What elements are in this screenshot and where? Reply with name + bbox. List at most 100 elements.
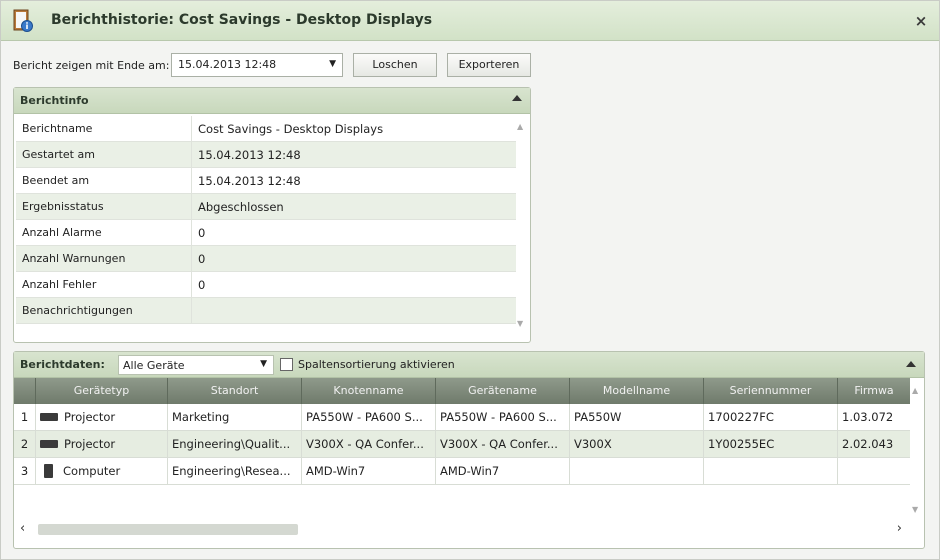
info-row: Anzahl Alarme 0	[16, 220, 516, 246]
title-bar: Berichthistorie: Cost Savings - Desktop …	[1, 1, 939, 41]
horizontal-scroll-thumb[interactable]	[38, 524, 298, 535]
info-scrollbar[interactable]: ▲ ▼	[514, 116, 528, 332]
scroll-left-icon[interactable]: ‹	[20, 521, 25, 536]
model-name-cell	[570, 458, 704, 484]
column-sort-label[interactable]: Spaltensortierung aktivieren	[298, 358, 455, 371]
row-number: 1	[14, 404, 36, 430]
info-key: Anzahl Warnungen	[16, 246, 192, 271]
grid-vertical-scrollbar[interactable]: ▲ ▼	[908, 378, 924, 518]
info-value: Cost Savings - Desktop Displays	[198, 122, 384, 136]
device-name-cell: AMD-Win7	[436, 458, 570, 484]
collapse-icon[interactable]	[906, 361, 916, 367]
device-type-cell: Projector	[36, 431, 168, 457]
grid-horizontal-scrollbar[interactable]: ‹ ›	[14, 518, 924, 540]
report-data-header: Berichtdaten: Alle Geräte ▼ Spaltensorti…	[14, 352, 924, 378]
report-info-icon	[13, 9, 33, 32]
device-type-text: Computer	[63, 464, 121, 478]
info-row: Benachrichtigungen	[16, 298, 516, 324]
close-icon[interactable]: ×	[913, 13, 929, 29]
device-filter-dropdown[interactable]: Alle Geräte ▼	[118, 355, 274, 375]
scroll-down-icon[interactable]: ▼	[517, 319, 523, 328]
node-name-cell: AMD-Win7	[302, 458, 436, 484]
serial-number-cell: 1Y00255EC	[704, 431, 838, 457]
collapse-icon[interactable]	[512, 95, 522, 101]
device-type-cell: Projector	[36, 404, 168, 430]
info-key: Anzahl Fehler	[16, 272, 192, 297]
device-name-cell: PA550W - PA600 S...	[436, 404, 570, 430]
info-key: Beendet am	[16, 168, 192, 193]
column-header-device-type[interactable]: Gerätetyp	[36, 378, 168, 404]
chevron-down-icon: ▼	[260, 359, 267, 369]
info-value: 0	[198, 278, 206, 292]
info-row: Berichtname Cost Savings - Desktop Displ…	[16, 116, 516, 142]
info-value: 0	[198, 252, 206, 266]
report-end-date-label: Bericht zeigen mit Ende am:	[13, 59, 170, 72]
device-type-cell: Computer	[36, 458, 168, 484]
device-type-text: Projector	[64, 410, 116, 424]
chevron-down-icon: ▼	[329, 59, 336, 69]
serial-number-cell	[704, 458, 838, 484]
column-header-location[interactable]: Standort	[168, 378, 302, 404]
window-title: Berichthistorie: Cost Savings - Desktop …	[51, 12, 433, 28]
column-header-node-name[interactable]: Knotenname	[302, 378, 436, 404]
scroll-down-icon[interactable]: ▼	[912, 505, 918, 514]
info-row: Anzahl Fehler 0	[16, 272, 516, 298]
table-row[interactable]: 3 Computer Engineering\Resea... AMD-Win7…	[14, 458, 910, 485]
info-row: Ergebnisstatus Abgeschlossen	[16, 194, 516, 220]
column-header-model-name[interactable]: Modellname	[570, 378, 704, 404]
column-sort-checkbox[interactable]	[280, 358, 293, 371]
report-info-header[interactable]: Berichtinfo	[14, 88, 530, 114]
location-cell: Engineering\Qualit...	[168, 431, 302, 457]
info-key: Anzahl Alarme	[16, 220, 192, 245]
device-type-text: Projector	[64, 437, 116, 451]
projector-icon	[40, 440, 58, 448]
info-value: 0	[198, 226, 206, 240]
serial-number-cell: 1700227FC	[704, 404, 838, 430]
column-header-device-name[interactable]: Gerätename	[436, 378, 570, 404]
model-name-cell: V300X	[570, 431, 704, 457]
report-end-date-value: 15.04.2013 12:48	[178, 58, 277, 71]
report-data-grid: Gerätetyp Standort Knotenname Gerätename…	[14, 378, 910, 518]
firmware-cell: 1.03.072	[842, 410, 894, 424]
report-info-title: Berichtinfo	[20, 94, 89, 107]
row-number: 3	[14, 458, 36, 484]
column-header-serial-number[interactable]: Seriennummer	[704, 378, 838, 404]
info-row: Beendet am 15.04.2013 12:48	[16, 168, 516, 194]
info-key: Berichtname	[16, 116, 192, 141]
row-number-header	[14, 378, 36, 404]
report-end-date-dropdown[interactable]: 15.04.2013 12:48 ▼	[171, 53, 343, 77]
scroll-right-icon[interactable]: ›	[897, 521, 902, 536]
report-info-table: Berichtname Cost Savings - Desktop Displ…	[16, 116, 516, 324]
info-key: Benachrichtigungen	[16, 298, 192, 323]
table-row[interactable]: 1 Projector Marketing PA550W - PA600 S..…	[14, 404, 910, 431]
grid-header: Gerätetyp Standort Knotenname Gerätename…	[14, 378, 910, 404]
info-key: Gestartet am	[16, 142, 192, 167]
info-value: 15.04.2013 12:48	[198, 174, 301, 188]
model-name-cell: PA550W	[570, 404, 704, 430]
info-row: Gestartet am 15.04.2013 12:48	[16, 142, 516, 168]
info-key: Ergebnisstatus	[16, 194, 192, 219]
device-filter-value: Alle Geräte	[123, 359, 185, 372]
info-value: 15.04.2013 12:48	[198, 148, 301, 162]
report-data-panel: Berichtdaten: Alle Geräte ▼ Spaltensorti…	[13, 351, 925, 549]
report-history-window: Berichthistorie: Cost Savings - Desktop …	[0, 0, 940, 560]
scroll-up-icon[interactable]: ▲	[517, 122, 523, 131]
info-row: Anzahl Warnungen 0	[16, 246, 516, 272]
projector-icon	[40, 413, 58, 421]
scroll-up-icon[interactable]: ▲	[912, 386, 918, 395]
report-data-title: Berichtdaten:	[20, 358, 105, 371]
node-name-cell: V300X - QA Confer...	[302, 431, 436, 457]
computer-icon	[44, 464, 53, 478]
firmware-cell: 2.02.043	[842, 437, 894, 451]
location-cell: Marketing	[168, 404, 302, 430]
row-number: 2	[14, 431, 36, 457]
firmware-cell	[838, 458, 910, 484]
node-name-cell: PA550W - PA600 S...	[302, 404, 436, 430]
delete-button[interactable]: Loschen	[353, 53, 437, 77]
table-row[interactable]: 2 Projector Engineering\Qualit... V300X …	[14, 431, 910, 458]
report-info-panel: Berichtinfo Berichtname Cost Savings - D…	[13, 87, 531, 343]
column-header-firmware[interactable]: Firmwa	[838, 378, 910, 404]
location-cell: Engineering\Resea...	[168, 458, 302, 484]
info-value: Abgeschlossen	[198, 200, 284, 214]
export-button[interactable]: Exporteren	[447, 53, 531, 77]
